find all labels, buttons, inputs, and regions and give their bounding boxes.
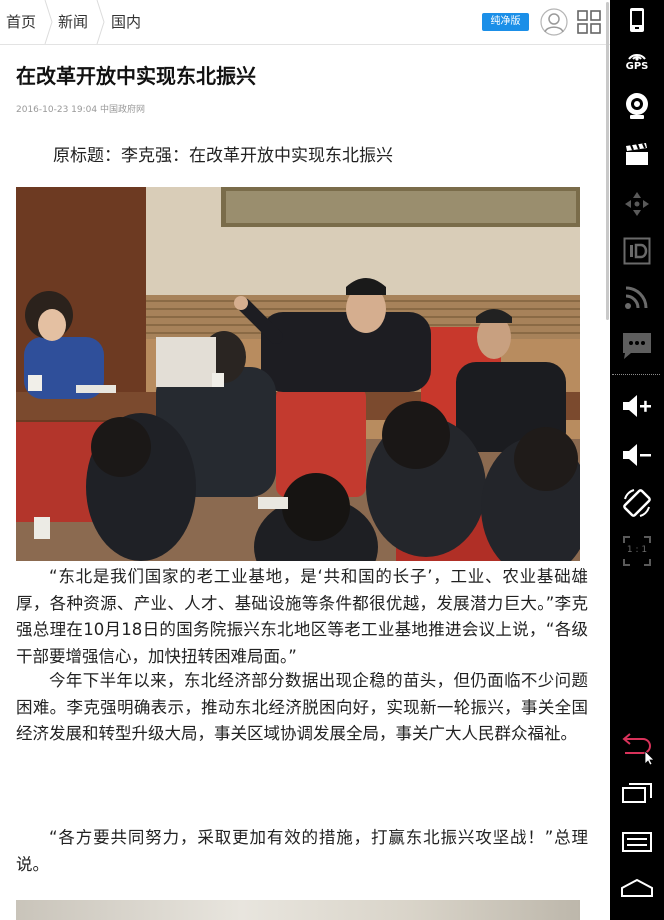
nav-domestic-link[interactable]: 国内 xyxy=(111,0,141,44)
pure-version-button[interactable]: 纯净版 xyxy=(482,13,529,31)
article-title: 在改革开放中实现东北振兴 xyxy=(16,64,256,88)
panel-divider xyxy=(612,374,660,375)
dpad-icon xyxy=(625,192,649,216)
recent-apps-icon xyxy=(622,783,652,803)
breadcrumb-separator-icon xyxy=(96,0,105,44)
breadcrumb-separator-icon xyxy=(44,0,53,44)
back-button[interactable] xyxy=(610,728,664,768)
article-paragraph: “东北是我们国家的老工业基地，是‘共和国的长子’，工业、农业基础雄厚，各种资源、… xyxy=(16,567,588,666)
volume-up-icon xyxy=(623,395,651,417)
recent-apps-button[interactable] xyxy=(610,772,664,812)
rotate-button[interactable] xyxy=(610,483,664,523)
article-date: 2016-10-23 19:04 xyxy=(16,105,98,115)
article-paragraph: 今年下半年以来，东北经济部分数据出现企稳的苗头，但仍面临不少问题困难。李克强明确… xyxy=(16,671,588,743)
id-button[interactable] xyxy=(610,231,664,271)
article-photo[interactable] xyxy=(16,187,580,561)
home-icon xyxy=(621,878,653,897)
article-meta: 2016-10-23 19:04 中国政府网 xyxy=(16,102,145,115)
phone-screen: 首页 新闻 国内 纯净版 在改革开放中实现东北振兴 2016-10-23 19:… xyxy=(0,0,610,920)
emulator-control-panel: GPS 1: 1 xyxy=(610,0,664,920)
message-button[interactable] xyxy=(610,326,664,366)
back-icon xyxy=(622,733,655,765)
rss-button[interactable] xyxy=(610,277,664,317)
video-button[interactable] xyxy=(610,134,664,174)
volume-down-icon xyxy=(623,444,651,466)
article-source: 中国政府网 xyxy=(99,105,145,115)
menu-icon xyxy=(622,832,652,852)
user-avatar-icon[interactable] xyxy=(540,8,568,36)
video-clapper-icon xyxy=(626,143,648,165)
home-button[interactable] xyxy=(610,868,664,908)
gps-label: GPS xyxy=(625,60,649,72)
article-second-photo[interactable] xyxy=(16,900,580,920)
menu-button[interactable] xyxy=(610,822,664,862)
phone-icon xyxy=(630,8,644,32)
scale-label: 1 : 1 xyxy=(626,545,648,555)
top-navigation-bar: 首页 新闻 国内 纯净版 xyxy=(0,0,610,45)
message-icon xyxy=(623,333,651,359)
grid-menu-icon[interactable] xyxy=(577,10,601,34)
volume-up-button[interactable] xyxy=(610,386,664,426)
scrollbar-thumb[interactable] xyxy=(606,2,609,320)
gps-button[interactable]: GPS xyxy=(610,40,664,80)
rss-icon xyxy=(625,286,648,309)
article-paragraph: “各方要共同努力，采取更加有效的措施，打赢东北振兴攻坚战！”总理说。 xyxy=(16,828,588,874)
rotate-icon xyxy=(623,489,651,517)
gps-icon xyxy=(628,53,646,61)
id-icon xyxy=(623,237,651,265)
nav-home-link[interactable]: 首页 xyxy=(6,0,36,44)
dpad-button[interactable] xyxy=(610,184,664,224)
camera-icon xyxy=(626,93,648,119)
phone-button[interactable] xyxy=(610,0,664,40)
article-original-title: 原标题：李克强：在改革开放中实现东北振兴 xyxy=(53,146,393,166)
nav-news-link[interactable]: 新闻 xyxy=(58,0,88,44)
camera-button[interactable] xyxy=(610,86,664,126)
scale-button[interactable]: 1 : 1 xyxy=(610,531,664,571)
volume-down-button[interactable] xyxy=(610,435,664,475)
